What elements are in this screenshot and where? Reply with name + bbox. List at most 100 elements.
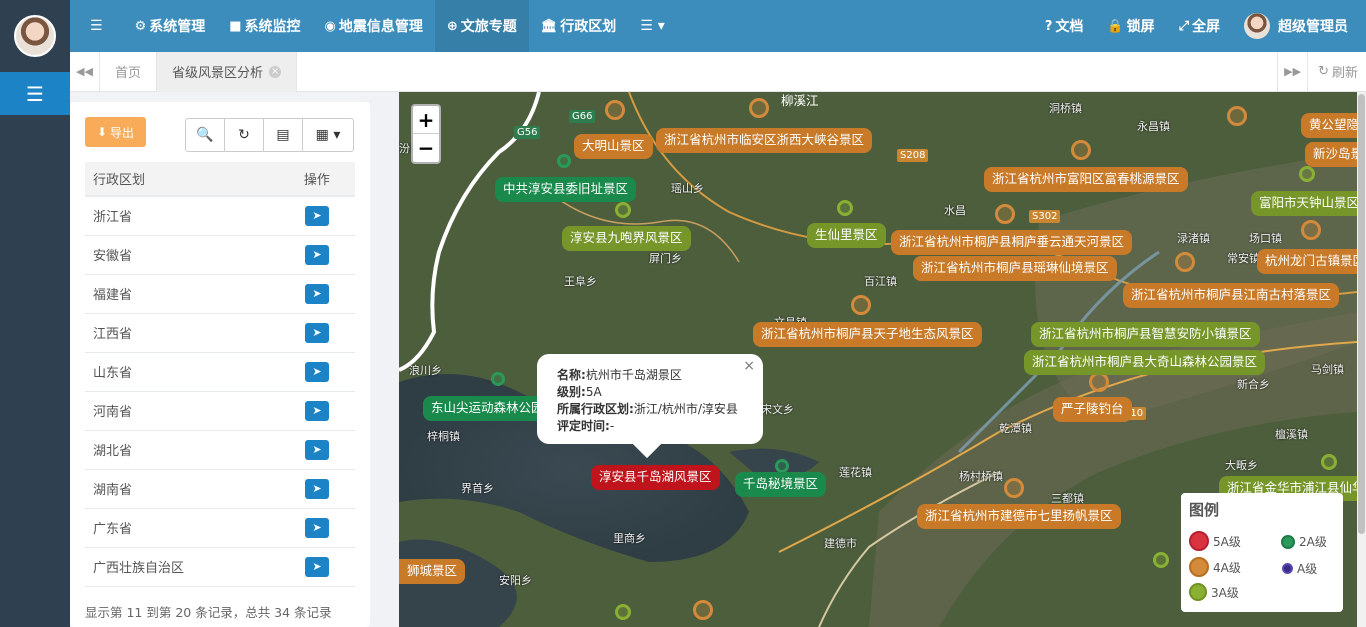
locate-button[interactable]: ➤: [304, 283, 329, 304]
locate-button[interactable]: ➤: [304, 361, 329, 382]
user-menu[interactable]: 超级管理员: [1232, 0, 1366, 52]
locate-button[interactable]: ➤: [304, 556, 329, 577]
scenic-marker[interactable]: [1071, 140, 1091, 160]
scenic-label-4a[interactable]: 柳溪江: [775, 92, 825, 111]
map-scrollbar[interactable]: [1357, 92, 1366, 627]
scenic-marker[interactable]: [775, 459, 789, 473]
table-row[interactable]: 广西壮族自治区 ➤: [85, 547, 355, 587]
export-label: 导出: [110, 125, 135, 140]
table-row[interactable]: 山东省 ➤: [85, 352, 355, 392]
locate-button[interactable]: ➤: [304, 244, 329, 265]
zoom-out-button[interactable]: −: [413, 134, 439, 162]
nav-system-manage[interactable]: ⚙ 系统管理: [123, 0, 218, 52]
table-row[interactable]: 广东省 ➤: [85, 508, 355, 548]
road-sign: G56: [514, 126, 541, 139]
locate-button[interactable]: ➤: [304, 322, 329, 343]
scenic-marker[interactable]: [615, 604, 631, 620]
scenic-label-3a[interactable]: 生仙里景区: [807, 223, 886, 248]
refresh-button[interactable]: ↻ 刷新: [1307, 51, 1366, 92]
export-button[interactable]: ⬇ 导出: [85, 117, 146, 147]
scenic-marker[interactable]: [851, 295, 871, 315]
scenic-marker[interactable]: [1227, 106, 1247, 126]
lock-screen-link[interactable]: 🔒 锁屏: [1095, 0, 1166, 52]
scenic-label-3a[interactable]: 浙江省杭州市桐庐县大奇山森林公园景区: [1024, 350, 1266, 375]
scenic-label-3a[interactable]: 富阳市天钟山景区: [1251, 191, 1357, 216]
scenic-marker[interactable]: [837, 200, 853, 216]
scenic-marker[interactable]: [1089, 372, 1109, 392]
scenic-marker[interactable]: [693, 600, 713, 620]
locate-button[interactable]: ➤: [304, 478, 329, 499]
scenic-marker[interactable]: [1175, 252, 1195, 272]
menu-toggle-button[interactable]: ☰: [0, 72, 70, 115]
fullscreen-link[interactable]: ⤢ 全屏: [1167, 0, 1232, 52]
scenic-label-5a-selected[interactable]: 淳安县千岛湖风景区: [591, 465, 720, 490]
close-popup-button[interactable]: ×: [743, 358, 755, 375]
tabs-scroll-right-button[interactable]: ▶▶: [1277, 51, 1307, 92]
popup-name-value: 杭州市千岛湖景区: [585, 368, 682, 382]
table-row[interactable]: 河南省 ➤: [85, 391, 355, 431]
nav-earthquake-info[interactable]: ◉ 地震信息管理: [313, 0, 435, 52]
region-cell: 广东省: [85, 508, 279, 548]
locate-button[interactable]: ➤: [304, 517, 329, 538]
toggle-view-button[interactable]: ▤: [264, 119, 303, 151]
scenic-marker[interactable]: [995, 204, 1015, 224]
table-row[interactable]: 江西省 ➤: [85, 313, 355, 353]
docs-link[interactable]: ? 文档: [1033, 0, 1096, 52]
scenic-label-4a[interactable]: 浙江省杭州市桐庐县江南古村落景区: [1123, 283, 1340, 308]
scenic-label-4a[interactable]: 浙江省杭州市临安区浙西大峡谷景区: [656, 128, 873, 153]
scenic-label-4a[interactable]: 黄公望隐: [1301, 113, 1357, 138]
avatar[interactable]: [14, 15, 56, 57]
scenic-marker[interactable]: [1004, 478, 1024, 498]
locate-button[interactable]: ➤: [304, 205, 329, 226]
table-row[interactable]: 湖北省 ➤: [85, 430, 355, 470]
scenic-label-4a[interactable]: 杭州龙门古镇景区: [1257, 249, 1357, 274]
scenic-marker[interactable]: [491, 372, 505, 386]
nav-culture-tourism[interactable]: ⊕ 文旅专题: [434, 0, 529, 52]
hamburger-button[interactable]: ☰: [70, 0, 123, 52]
scenic-label-3a[interactable]: 浙江省杭州市桐庐县智慧安防小镇景区: [1031, 322, 1260, 347]
scenic-marker[interactable]: [749, 98, 769, 118]
scenic-marker[interactable]: [1153, 552, 1169, 568]
scenic-label-2a[interactable]: 千岛秘境景区: [735, 472, 827, 497]
scenic-marker[interactable]: [1301, 220, 1321, 240]
locate-button[interactable]: ➤: [304, 439, 329, 460]
table-row[interactable]: 浙江省 ➤: [85, 196, 355, 236]
scenic-label-4a[interactable]: 浙江省杭州市桐庐县天子地生态风景区: [753, 322, 982, 347]
map-view[interactable]: G56 G66 S208 S302 210 洞桥镇 永昌镇 瑶山乡 王阜乡 屏门…: [399, 92, 1357, 627]
tab-home[interactable]: 首页: [100, 52, 156, 92]
columns-dropdown-button[interactable]: ▦ ▾: [303, 119, 353, 151]
table-row[interactable]: 安徽省 ➤: [85, 235, 355, 275]
road-sign: S208: [897, 149, 929, 162]
scenic-marker[interactable]: [605, 100, 625, 120]
scenic-label-4a[interactable]: 大明山景区: [574, 134, 653, 159]
table-row[interactable]: 福建省 ➤: [85, 274, 355, 314]
column-header-region[interactable]: 行政区划: [85, 162, 279, 197]
scrollbar-thumb[interactable]: [1358, 94, 1365, 534]
scenic-marker[interactable]: [557, 154, 571, 168]
action-cell: ➤: [278, 274, 355, 314]
scenic-label-4a[interactable]: 新沙岛景: [1305, 142, 1357, 167]
nav-more-dropdown[interactable]: ☰ ▾: [628, 0, 676, 52]
scenic-label-4a[interactable]: 浙江省杭州市富阳区富春桃源景区: [984, 167, 1188, 192]
search-button[interactable]: 🔍: [186, 119, 225, 151]
nav-system-monitor[interactable]: ■ 系统监控: [217, 0, 312, 52]
scenic-label-3a[interactable]: 淳安县九咆界风景区: [562, 226, 691, 251]
scenic-label-4a[interactable]: 浙江省杭州市桐庐县桐庐垂云通天河景区: [891, 230, 1133, 255]
scenic-label-4a[interactable]: 浙江省杭州市桐庐县瑶琳仙境景区: [913, 256, 1117, 281]
scenic-label-4a[interactable]: 浙江省杭州市建德市七里扬帆景区: [917, 504, 1121, 529]
locate-button[interactable]: ➤: [304, 400, 329, 421]
scenic-marker[interactable]: [1299, 166, 1315, 182]
zoom-in-button[interactable]: +: [413, 106, 439, 134]
reload-button[interactable]: ↻: [225, 119, 264, 151]
scenic-label-4a[interactable]: 严子陵钓台: [1053, 397, 1132, 422]
scenic-label-2a[interactable]: 东山尖运动森林公园: [423, 396, 552, 421]
tab-scenic-analysis[interactable]: 省级风景区分析 ×: [156, 51, 298, 92]
tabs-scroll-left-button[interactable]: ◀◀: [70, 51, 100, 92]
scenic-label-2a[interactable]: 中共淳安县委旧址景区: [495, 177, 637, 202]
scenic-marker[interactable]: [1321, 454, 1337, 470]
table-row[interactable]: 湖南省 ➤: [85, 469, 355, 509]
scenic-marker[interactable]: [615, 202, 631, 218]
close-tab-icon[interactable]: ×: [269, 65, 282, 78]
scenic-label-4a[interactable]: 狮城景区: [399, 559, 466, 584]
nav-admin-division[interactable]: 🏛 行政区划: [529, 0, 629, 52]
